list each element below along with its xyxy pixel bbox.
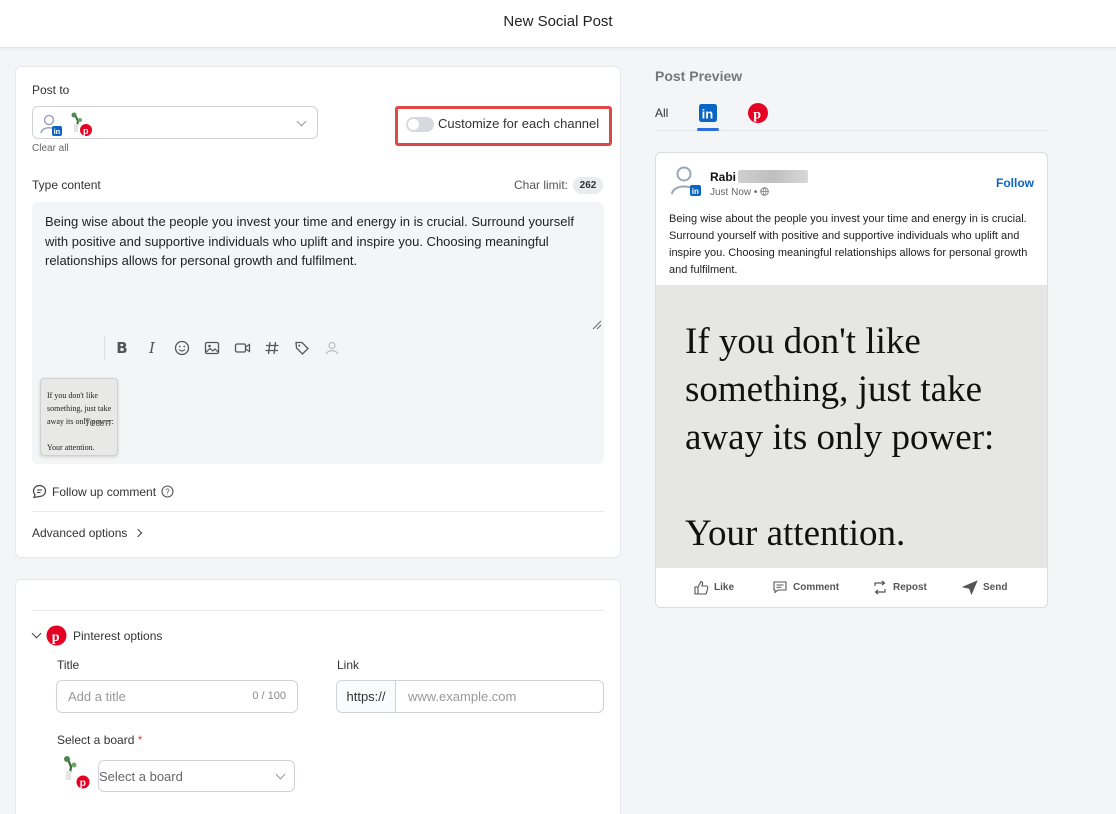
channel-select[interactable]: in p <box>32 106 318 139</box>
repost-icon <box>874 580 886 595</box>
svg-text:p: p <box>83 126 89 136</box>
post-to-label: Post to <box>32 83 70 97</box>
pinterest-icon: p <box>46 625 67 646</box>
author-name: Rabi <box>710 170 737 184</box>
content-text[interactable]: Being wise about the people you invest y… <box>45 212 595 271</box>
board-select[interactable]: Select a board <box>98 760 295 792</box>
board-label: Select a board * <box>57 733 143 747</box>
linkedin-icon: in <box>699 104 717 122</box>
tab-all[interactable]: All <box>655 106 668 120</box>
comment-icon <box>773 581 787 594</box>
active-tab-indicator <box>697 128 719 131</box>
pinterest-options-label: Pinterest options <box>73 628 163 643</box>
video-icon[interactable] <box>231 337 253 359</box>
svg-text:p: p <box>80 778 86 789</box>
card-top-divider <box>32 610 604 611</box>
pin-link-input[interactable]: https:// www.example.com <box>336 680 604 713</box>
follow-up-label: Follow up comment <box>52 484 157 499</box>
follow-button[interactable]: Follow <box>996 176 1034 190</box>
chevron-right-icon <box>134 528 143 538</box>
repost-action[interactable]: Repost <box>872 580 927 595</box>
preview-title: Post Preview <box>655 68 743 84</box>
editor-toolbar: B I <box>104 336 343 360</box>
globe-icon <box>760 187 769 196</box>
pin-title-input[interactable]: Add a title 0 / 100 <box>56 680 298 713</box>
send-action[interactable]: Send <box>962 580 1007 595</box>
author-avatar: in <box>669 163 703 197</box>
chevron-down-icon <box>296 116 307 127</box>
preview-post-text: Being wise about the people you invest y… <box>669 213 1028 276</box>
content-editor[interactable]: Being wise about the people you invest y… <box>32 202 604 464</box>
board-select-placeholder: Select a board <box>99 769 183 784</box>
toggle-knob <box>408 119 419 130</box>
tag-icon[interactable] <box>291 337 313 359</box>
pin-title-label: Title <box>57 658 80 672</box>
pinterest-options-header[interactable]: p Pinterest options <box>31 625 163 646</box>
page-title: New Social Post <box>503 13 613 30</box>
required-mark: * <box>137 733 143 747</box>
advanced-options-toggle[interactable]: Advanced options <box>32 526 143 540</box>
mention-icon[interactable] <box>321 337 343 359</box>
pin-title-placeholder: Add a title <box>68 689 126 704</box>
tab-pinterest[interactable]: p <box>747 102 769 124</box>
board-account-avatar: p <box>60 755 90 789</box>
svg-text:in: in <box>692 187 699 196</box>
pinterest-icon: p <box>748 103 768 123</box>
svg-text:?: ? <box>165 488 170 497</box>
plant-avatar-icon: p <box>64 756 90 789</box>
advanced-options-label: Advanced options <box>32 526 128 540</box>
thumbnail-overlay-text: Team <box>84 417 111 429</box>
pinterest-account-avatar: p <box>69 111 93 137</box>
chevron-down-icon <box>31 628 42 639</box>
like-icon <box>694 580 709 595</box>
italic-icon[interactable]: I <box>141 337 163 359</box>
follow-up-comment[interactable]: Follow up comment ? <box>32 484 174 499</box>
preview-image-quote: If you don't like something, just take a… <box>685 321 995 554</box>
linkedin-preview-card: in Rabi Just Now • Follow Being wise abo… <box>655 152 1048 608</box>
preview-post-image: If you don't like something, just take a… <box>656 285 1047 567</box>
type-content-label: Type content <box>32 178 101 192</box>
customize-toggle[interactable] <box>406 117 434 132</box>
plant-avatar-icon: p <box>71 112 92 136</box>
resize-handle-icon[interactable] <box>592 320 602 330</box>
clear-all-link[interactable]: Clear all <box>32 143 69 154</box>
pin-link-label: Link <box>337 658 360 672</box>
char-limit-badge: 262 <box>573 177 603 194</box>
send-icon <box>962 580 978 595</box>
post-actions: Like Comment Repost Send <box>656 567 1047 607</box>
help-icon[interactable]: ? <box>161 485 174 498</box>
char-limit-label: Char limit: <box>514 178 569 192</box>
comment-icon <box>32 484 47 499</box>
emoji-icon[interactable] <box>171 337 193 359</box>
link-prefix: https:// <box>337 681 396 712</box>
svg-text:p: p <box>52 630 60 645</box>
customize-channel-highlight: Customize for each channel <box>395 106 612 146</box>
customize-toggle-label: Customize for each channel <box>438 116 600 131</box>
linkedin-account-avatar: in <box>39 112 63 136</box>
svg-text:in: in <box>54 127 61 136</box>
hashtag-icon[interactable] <box>261 337 283 359</box>
post-time: Just Now • <box>710 187 769 198</box>
top-bar: New Social Post <box>0 0 1116 48</box>
comment-action[interactable]: Comment <box>772 580 839 594</box>
user-avatar-icon: in <box>671 166 701 196</box>
user-avatar-icon: in <box>40 114 62 136</box>
chevron-down-icon <box>275 769 286 780</box>
section-divider <box>32 511 604 512</box>
image-icon[interactable] <box>201 337 223 359</box>
svg-text:p: p <box>753 108 761 123</box>
author-name-redacted <box>738 170 808 183</box>
attached-image-thumbnail[interactable]: If you don't like something, just take a… <box>40 378 118 456</box>
tab-linkedin[interactable]: in <box>698 103 718 123</box>
pin-link-placeholder: www.example.com <box>408 689 517 704</box>
pin-title-counter: 0 / 100 <box>252 690 286 702</box>
bold-icon[interactable]: B <box>111 337 133 359</box>
like-action[interactable]: Like <box>694 580 734 595</box>
svg-text:in: in <box>702 107 714 122</box>
